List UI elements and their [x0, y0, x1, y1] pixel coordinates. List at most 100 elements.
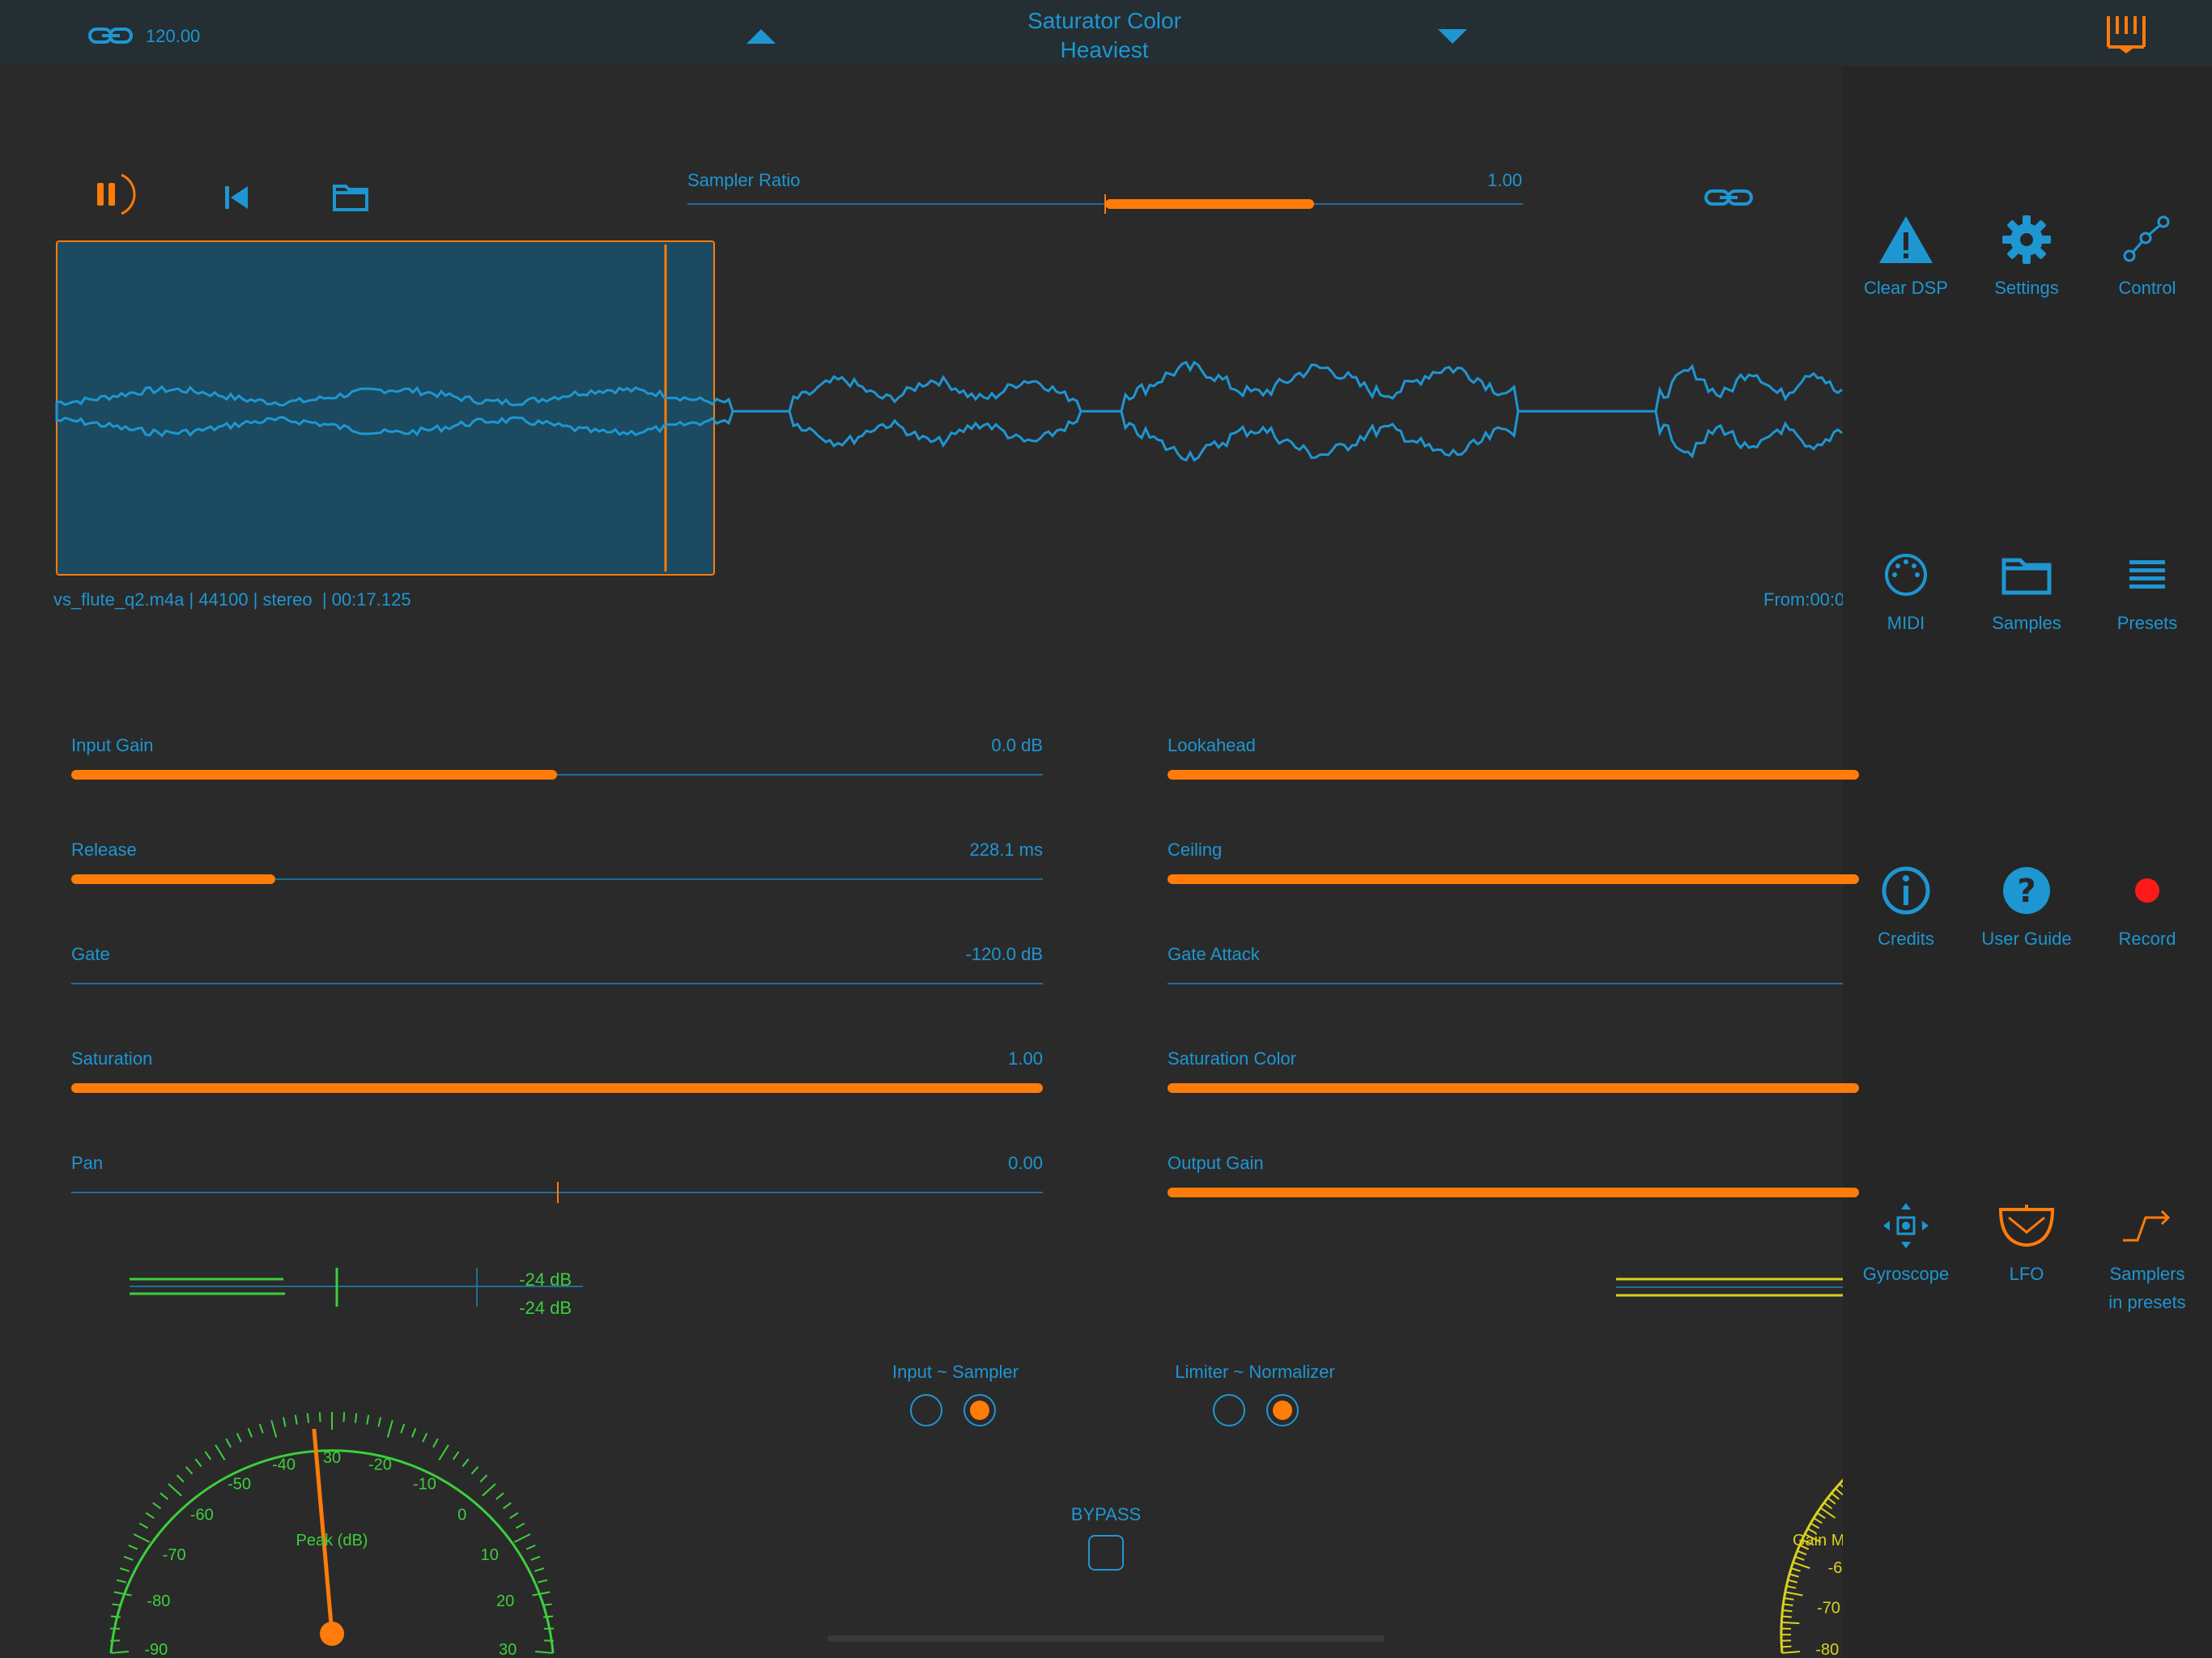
- gauge-tick-label: -60: [1828, 1559, 1843, 1577]
- side-menu-label: MIDI: [1887, 613, 1925, 633]
- side-menu-label: User Guide: [1981, 929, 2072, 949]
- side-menu-samples[interactable]: Samples: [1966, 542, 2087, 640]
- gauge-tick-label: -50: [228, 1475, 251, 1493]
- svg-text:?: ?: [2017, 873, 2035, 910]
- normalizer-radio[interactable]: [1266, 1394, 1299, 1426]
- gear-icon: [1966, 207, 2087, 272]
- side-panel-header: [1843, 0, 2212, 66]
- peak-gauge-needle-hub: [320, 1622, 344, 1646]
- link-tempo-icon[interactable]: [87, 24, 134, 47]
- param-label: Input Gain: [71, 735, 154, 755]
- pause-button[interactable]: [91, 170, 136, 223]
- param-value: 0.0 dB: [991, 735, 1043, 755]
- gauge-tick-label: 10: [481, 1546, 499, 1564]
- side-menu-label: Gyroscope: [1862, 1264, 1950, 1284]
- side-menu-clear-dsp[interactable]: Clear DSP: [1845, 207, 1967, 304]
- preset-prev-arrow-icon[interactable]: [747, 28, 776, 48]
- param-input-gain[interactable]: Input Gain 0.0 dB: [71, 735, 1043, 792]
- side-menu-samplers[interactable]: Samplers in presets: [2087, 1193, 2208, 1315]
- preset-next-arrow-icon[interactable]: [1438, 29, 1467, 49]
- gauge-tick-label: 0: [457, 1507, 466, 1524]
- from-position: From:00:0: [1763, 589, 1843, 610]
- gauge-tick-label: 30: [499, 1641, 517, 1658]
- peak-gauge-title: Peak (dB): [296, 1532, 368, 1550]
- lfo-icon: [1966, 1193, 2087, 1258]
- warning-icon: [1845, 207, 1967, 272]
- side-menu-midi[interactable]: MIDI: [1845, 542, 1967, 640]
- side-menu-label: Clear DSP: [1864, 278, 1948, 298]
- preset-title: Heaviest: [1060, 37, 1149, 62]
- gauge-tick-label: -80: [147, 1592, 170, 1610]
- sampler-radio[interactable]: [963, 1394, 996, 1426]
- midi-icon: [1845, 542, 1967, 607]
- link-ratio-icon[interactable]: [1704, 186, 1754, 213]
- param-gate[interactable]: Gate -120.0 dB: [71, 944, 1043, 1001]
- param-saturation-color[interactable]: Saturation Color: [1168, 1048, 1859, 1105]
- side-menu-label: Control: [2118, 278, 2176, 298]
- side-menu-credits[interactable]: Credits: [1845, 858, 1967, 955]
- param-ceiling[interactable]: Ceiling: [1168, 840, 1859, 896]
- param-label: Output Gain: [1168, 1153, 1264, 1173]
- param-label: Gate: [71, 944, 110, 964]
- keyboard-toggle-icon[interactable]: [2105, 15, 2147, 57]
- side-menu-label: Presets: [2116, 613, 2178, 633]
- home-indicator[interactable]: [827, 1635, 1385, 1642]
- level-db-bottom: -24 dB: [519, 1298, 572, 1318]
- side-menu-label: Samplers: [2109, 1264, 2185, 1284]
- param-label: Gate Attack: [1168, 944, 1260, 964]
- param-lookahead[interactable]: Lookahead: [1168, 735, 1859, 792]
- limiter-normalizer-label: Limiter ~ Normalizer: [1175, 1362, 1335, 1382]
- gauge-tick-label: -70: [163, 1546, 186, 1564]
- pan-center-mark: [557, 1182, 559, 1203]
- param-fill: [1168, 874, 1859, 884]
- open-folder-icon[interactable]: [332, 181, 369, 216]
- level-db-top: -24 dB: [519, 1269, 572, 1290]
- input-sampler-label: Input ~ Sampler: [892, 1362, 1019, 1382]
- param-pan[interactable]: Pan 0.00: [71, 1153, 1043, 1209]
- param-fill: [1168, 1083, 1859, 1093]
- waveform-display[interactable]: [0, 235, 1843, 583]
- preset-name[interactable]: Saturator Color Heaviest: [942, 6, 1266, 65]
- param-saturation[interactable]: Saturation 1.00: [71, 1048, 1043, 1105]
- sampler-ratio-fill: [1105, 199, 1314, 209]
- param-output-gain[interactable]: Output Gain: [1168, 1153, 1859, 1209]
- param-label: Saturation: [71, 1048, 153, 1069]
- side-menu-gyroscope[interactable]: Gyroscope: [1845, 1193, 1967, 1290]
- param-value: 228.1 ms: [969, 840, 1044, 860]
- bypass-label: BYPASS: [1070, 1504, 1142, 1524]
- param-fill: [1168, 770, 1859, 780]
- peak-gauge: -90 -80 -70 -60 -50 -40 30 -20 -10 0 10 20 30: [109, 1412, 555, 1658]
- side-menu-label: Samples: [1992, 613, 2061, 633]
- side-menu-user-guide[interactable]: ? User Guide: [1966, 858, 2087, 955]
- skip-to-start-icon[interactable]: [223, 185, 249, 215]
- param-gate-attack[interactable]: Gate Attack: [1168, 944, 1843, 1001]
- list-icon: [2087, 542, 2208, 607]
- param-label: Ceiling: [1168, 840, 1223, 860]
- side-menu-control[interactable]: Control: [2087, 207, 2208, 304]
- gauge-tick-label: -40: [272, 1456, 296, 1473]
- side-menu-record[interactable]: Record: [2087, 858, 2208, 955]
- side-menu-lfo[interactable]: LFO: [1966, 1193, 2087, 1290]
- side-menu-presets[interactable]: Presets: [2087, 542, 2208, 640]
- output-level-meter: [1616, 1273, 1843, 1305]
- param-value: 1.00: [1008, 1048, 1043, 1069]
- help-icon: ?: [1966, 858, 2087, 923]
- gauge-tick-label: -20: [368, 1456, 392, 1473]
- sampler-ratio-value: 1.00: [1487, 170, 1522, 190]
- side-menu-label: Settings: [1994, 278, 2059, 298]
- preset-category: Saturator Color: [1027, 8, 1181, 33]
- side-menu-settings[interactable]: Settings: [1966, 207, 2087, 304]
- input-radio[interactable]: [910, 1394, 942, 1426]
- param-track: [1168, 983, 1843, 984]
- limiter-radio[interactable]: [1213, 1394, 1245, 1426]
- tempo-value[interactable]: 120.00: [146, 26, 200, 47]
- sampler-ratio-slider[interactable]: [687, 194, 1523, 214]
- folder-icon: [1966, 542, 2087, 607]
- bypass-checkbox[interactable]: [1088, 1535, 1124, 1571]
- gain-gauge-title: Gain M: [1793, 1532, 1843, 1550]
- gyroscope-icon: [1845, 1193, 1967, 1258]
- param-label: Pan: [71, 1153, 104, 1173]
- param-release[interactable]: Release 228.1 ms: [71, 840, 1043, 896]
- gauge-tick-label: -90: [144, 1641, 168, 1658]
- param-track: [71, 983, 1043, 984]
